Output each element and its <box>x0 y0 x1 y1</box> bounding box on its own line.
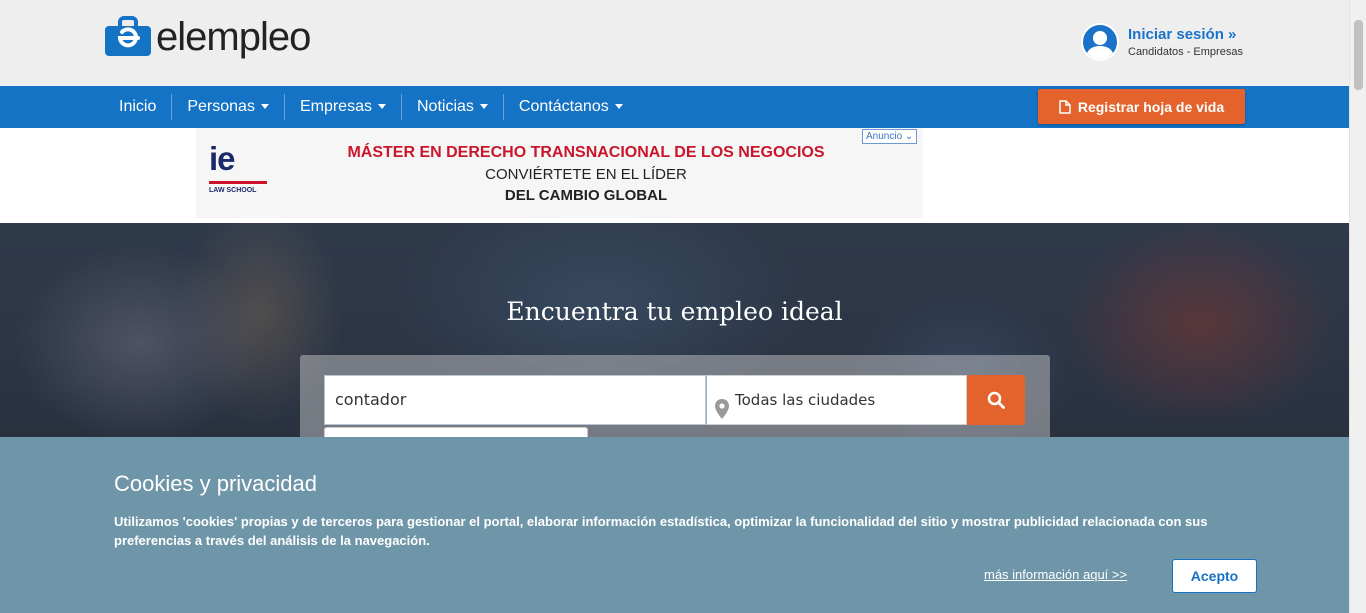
main-nav: Inicio Personas Empresas Noticias Contác… <box>0 86 1349 128</box>
nav-item-label: Inicio <box>119 98 157 115</box>
hero-title: Encuentra tu empleo ideal <box>506 297 843 326</box>
nav-item-contactanos[interactable]: Contáctanos <box>504 94 638 120</box>
caret-down-icon <box>479 104 488 110</box>
nav-item-label: Noticias <box>416 98 474 115</box>
register-cv-button[interactable]: Registrar hoja de vida <box>1038 89 1245 124</box>
user-avatar-icon <box>1081 23 1119 61</box>
page: elempleo Iniciar sesión » Candidatos - E… <box>0 0 1349 613</box>
ad-banner[interactable]: ie LAW SCHOOL MÁSTER EN DERECHO TRANSNAC… <box>196 128 923 218</box>
site-logo[interactable]: elempleo <box>104 15 311 59</box>
ad-strip: ie LAW SCHOOL MÁSTER EN DERECHO TRANSNAC… <box>0 128 1349 223</box>
page-scrollbar[interactable] <box>1349 0 1366 613</box>
cookie-banner: Cookies y privacidad Utilizamos 'cookies… <box>0 437 1349 613</box>
nav-item-label: Personas <box>187 98 255 115</box>
nav-item-label: Contáctanos <box>518 98 609 115</box>
cookie-text: Utilizamos 'cookies' propias y de tercer… <box>114 514 1208 548</box>
nav-item-label: Empresas <box>299 98 372 115</box>
accept-cookies-button[interactable]: Acepto <box>1172 559 1257 593</box>
nav-item-inicio[interactable]: Inicio <box>104 94 173 120</box>
document-icon <box>1059 99 1071 114</box>
briefcase-logo-icon <box>104 16 152 58</box>
city-select[interactable]: Todas las ciudades <box>706 375 967 425</box>
nav-item-empresas[interactable]: Empresas <box>285 94 402 120</box>
site-header: elempleo Iniciar sesión » Candidatos - E… <box>0 0 1349 86</box>
register-cv-label: Registrar hoja de vida <box>1077 98 1225 115</box>
ad-subline-bold: DEL CAMBIO GLOBAL <box>504 187 668 204</box>
map-pin-icon <box>715 390 729 438</box>
ad-badge[interactable]: Anuncio ⌄ <box>862 129 918 144</box>
caret-down-icon <box>260 104 269 110</box>
ad-badge-label: Anuncio <box>866 131 903 142</box>
login-title[interactable]: Iniciar sesión » <box>1128 26 1243 43</box>
search-icon <box>987 391 1005 409</box>
cookie-more-info-link[interactable]: más información aquí >> <box>984 567 1127 582</box>
login-link[interactable]: Iniciar sesión » Candidatos - Empresas <box>1081 23 1243 61</box>
scrollbar-thumb[interactable] <box>1354 20 1363 90</box>
nav-item-personas[interactable]: Personas <box>172 94 285 120</box>
city-select-value: Todas las ciudades <box>735 391 876 409</box>
login-subtitle: Candidatos - Empresas <box>1128 46 1243 58</box>
search-button[interactable] <box>967 375 1025 425</box>
ad-headline: MÁSTER EN DERECHO TRANSNACIONAL DE LOS N… <box>347 144 825 161</box>
chevron-down-icon: ⌄ <box>904 131 914 142</box>
ad-subline: CONVIÉRTETE EN EL LÍDER <box>485 166 687 183</box>
cookie-title: Cookies y privacidad <box>114 471 317 496</box>
nav-item-noticias[interactable]: Noticias <box>402 94 504 120</box>
logo-text: elempleo <box>156 15 311 59</box>
job-search-input[interactable]: contador <box>324 375 706 425</box>
caret-down-icon <box>377 104 386 110</box>
caret-down-icon <box>614 104 623 110</box>
